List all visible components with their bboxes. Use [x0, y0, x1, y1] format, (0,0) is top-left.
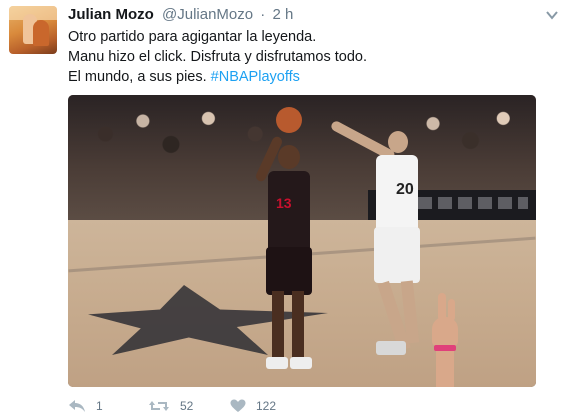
tweet-photo[interactable]: 13 20	[68, 95, 536, 387]
reply-icon	[68, 399, 86, 413]
player-houston: 13	[254, 135, 314, 385]
avatar[interactable]	[9, 6, 57, 54]
reply-count: 1	[96, 399, 103, 413]
chevron-down-icon[interactable]	[545, 8, 559, 22]
hashtag-link[interactable]: #NBAPlayoffs	[211, 69, 300, 85]
tweet-text-fragment: El mundo, a sus pies.	[68, 69, 211, 85]
basketball	[276, 107, 302, 133]
timestamp[interactable]: 2 h	[272, 6, 293, 23]
raised-hand	[428, 293, 462, 387]
author-name[interactable]: Julian Mozo	[68, 6, 154, 23]
tweet-text: Otro partido para agigantar la leyenda. …	[68, 27, 367, 87]
heart-icon	[230, 399, 246, 413]
player-spurs: 20	[329, 105, 422, 375]
retweet-icon	[148, 399, 170, 413]
author-handle[interactable]: @JulianMozo	[162, 6, 253, 23]
jersey-number: 13	[276, 195, 292, 211]
tweet-text-line: Otro partido para agigantar la leyenda.	[68, 29, 317, 45]
tweet-text-line: El mundo, a sus pies. #NBAPlayoffs	[68, 67, 367, 87]
reply-button[interactable]: 1	[68, 396, 103, 416]
like-count: 122	[256, 399, 277, 413]
tweet: Julian Mozo @JulianMozo · 2 h Otro parti…	[0, 0, 564, 420]
tweet-text-line: Manu hizo el click. Disfruta y disfrutam…	[68, 49, 367, 65]
tweet-header: Julian Mozo @JulianMozo · 2 h	[68, 6, 293, 24]
retweet-count: 52	[180, 399, 194, 413]
like-button[interactable]: 122	[230, 396, 276, 416]
jersey-number: 20	[396, 181, 414, 198]
retweet-button[interactable]: 52	[148, 396, 193, 416]
separator-dot: ·	[260, 6, 266, 23]
